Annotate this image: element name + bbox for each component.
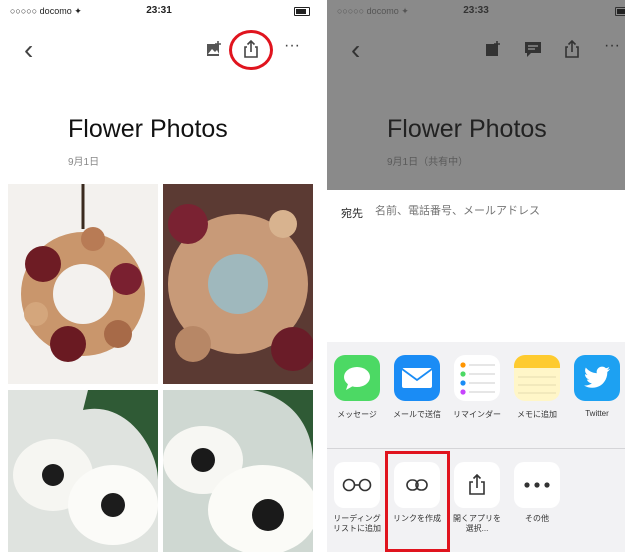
share-app-mail[interactable]: メールで送信: [389, 355, 445, 420]
recipient-row: 宛先: [327, 190, 625, 233]
share-app-twitter[interactable]: Twitter: [569, 355, 625, 418]
share-app-reminders[interactable]: リマインダー: [449, 355, 505, 420]
action-label: その他: [525, 514, 549, 523]
action-label: 開くアプリを 選択...: [453, 514, 501, 533]
app-label: Twitter: [585, 409, 609, 418]
share-icon[interactable]: [561, 38, 583, 60]
app-label: メールで送信: [393, 410, 441, 419]
add-photo-icon[interactable]: [482, 38, 504, 60]
nav-bar: ‹ ···: [327, 30, 625, 70]
more-icon: [514, 462, 560, 508]
more-button[interactable]: ···: [604, 38, 625, 60]
share-actions-row: リーディング リストに追加 リンクを作成 開くアプリを 選択... その他: [327, 462, 625, 552]
status-time: 23:31: [146, 5, 172, 16]
share-app-notes[interactable]: メモに追加: [509, 355, 565, 420]
album-date: 9月1日: [68, 157, 100, 168]
share-sheet: 宛先 メッセージ メールで送信: [327, 190, 625, 552]
action-reading-list[interactable]: リーディング リストに追加: [329, 462, 385, 534]
share-highlight-circle: [229, 30, 273, 70]
battery-icon: [615, 7, 625, 16]
action-more[interactable]: その他: [509, 462, 565, 524]
mail-icon: [394, 355, 440, 401]
app-label: メッセージ: [337, 410, 377, 419]
app-label: リマインダー: [453, 410, 501, 419]
reminders-icon: [454, 355, 500, 401]
album-date: 9月1日（共有中）: [387, 157, 469, 168]
add-photo-icon[interactable]: [203, 38, 225, 60]
battery-icon: [294, 7, 310, 16]
suggestions-area: [327, 232, 625, 342]
left-screen: ○○○○○ docomo ✦ 23:31 ‹ ··· Flower Photos…: [0, 0, 318, 552]
comment-icon[interactable]: [522, 38, 544, 60]
album-title: Flower Photos: [387, 115, 547, 143]
status-bar: ○○○○○ docomo ✦ 23:33: [327, 0, 625, 22]
twitter-icon: [574, 355, 620, 401]
sheet-divider: [327, 448, 625, 449]
photo-thumbnail[interactable]: [8, 390, 158, 552]
status-bar: ○○○○○ docomo ✦ 23:31: [0, 0, 318, 22]
more-button[interactable]: ···: [284, 38, 306, 60]
back-button[interactable]: ‹: [24, 36, 33, 64]
photo-thumbnail[interactable]: [163, 184, 313, 384]
share-icon: [454, 462, 500, 508]
glasses-icon: [334, 462, 380, 508]
app-label: メモに追加: [517, 410, 557, 419]
recipient-input[interactable]: [375, 205, 605, 217]
share-app-messages[interactable]: メッセージ: [329, 355, 385, 420]
action-open-in[interactable]: 開くアプリを 選択...: [449, 462, 505, 534]
share-apps-row: メッセージ メールで送信 リマインダー メモに追加 Twitter: [327, 355, 625, 445]
messages-icon: [334, 355, 380, 401]
create-link-highlight-box: [385, 451, 450, 552]
right-screen: ○○○○○ docomo ✦ 23:33 ‹ ··· Flower Photos…: [327, 0, 625, 552]
photo-thumbnail[interactable]: [8, 184, 158, 384]
notes-icon: [514, 355, 560, 401]
status-time: 23:33: [463, 5, 489, 16]
back-button[interactable]: ‹: [351, 36, 360, 64]
recipient-label: 宛先: [341, 208, 363, 220]
action-label: リーディング リストに追加: [333, 514, 381, 533]
album-title: Flower Photos: [68, 115, 228, 143]
photo-thumbnail[interactable]: [163, 390, 313, 552]
